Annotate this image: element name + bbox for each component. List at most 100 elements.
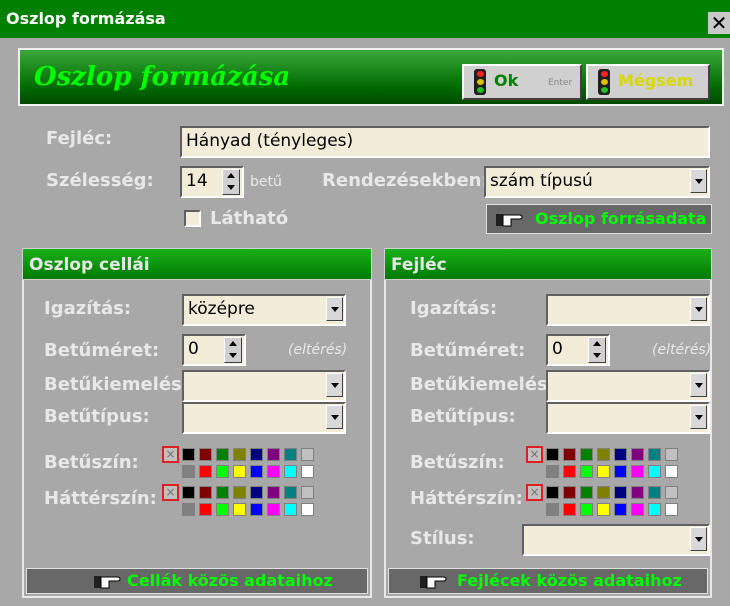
- close-button[interactable]: ✕: [708, 12, 730, 34]
- ok-button[interactable]: Ok Enter: [462, 64, 582, 100]
- chevron-down-icon[interactable]: [326, 373, 343, 397]
- color-swatch[interactable]: [563, 465, 576, 478]
- hdr-style-select[interactable]: [522, 524, 710, 556]
- color-swatch[interactable]: [199, 503, 212, 516]
- width-stepper[interactable]: 14: [180, 166, 244, 198]
- color-swatch[interactable]: [614, 448, 627, 461]
- hdr-align-select[interactable]: [546, 294, 710, 326]
- hdr-size-label: Betűméret:: [410, 340, 526, 361]
- no-color-swatch[interactable]: ×: [162, 484, 179, 501]
- chevron-down-icon[interactable]: [690, 405, 707, 429]
- hdr-size-stepper[interactable]: 0: [546, 334, 610, 366]
- color-swatch[interactable]: [267, 503, 280, 516]
- cells-size-stepper[interactable]: 0: [182, 334, 246, 366]
- color-swatch[interactable]: [614, 503, 627, 516]
- color-swatch[interactable]: [284, 486, 297, 499]
- color-swatch[interactable]: [580, 503, 593, 516]
- cells-type-select[interactable]: [182, 402, 346, 434]
- color-swatch[interactable]: [284, 465, 297, 478]
- column-source-button[interactable]: Oszlop forrásadata: [486, 204, 712, 234]
- color-swatch[interactable]: [597, 465, 610, 478]
- color-swatch[interactable]: [199, 486, 212, 499]
- color-swatch[interactable]: [233, 503, 246, 516]
- hdr-type-select[interactable]: [546, 402, 710, 434]
- color-swatch[interactable]: [250, 465, 263, 478]
- color-swatch[interactable]: [648, 465, 661, 478]
- no-color-swatch[interactable]: ×: [526, 446, 543, 463]
- color-swatch[interactable]: [233, 465, 246, 478]
- color-swatch[interactable]: [546, 465, 559, 478]
- color-swatch[interactable]: [216, 448, 229, 461]
- color-swatch[interactable]: [233, 486, 246, 499]
- hdr-size-spin-button[interactable]: [588, 337, 606, 363]
- header-input[interactable]: Hányad (tényleges): [180, 126, 710, 158]
- cells-align-select[interactable]: középre: [182, 294, 346, 326]
- color-swatch[interactable]: [631, 448, 644, 461]
- color-swatch[interactable]: [580, 486, 593, 499]
- color-swatch[interactable]: [580, 465, 593, 478]
- color-swatch[interactable]: [563, 486, 576, 499]
- color-swatch[interactable]: [267, 486, 280, 499]
- color-swatch[interactable]: [631, 486, 644, 499]
- color-swatch[interactable]: [284, 448, 297, 461]
- color-swatch[interactable]: [267, 465, 280, 478]
- hdr-emph-select[interactable]: [546, 370, 710, 402]
- cells-size-spin-button[interactable]: [224, 337, 242, 363]
- color-swatch[interactable]: [665, 465, 678, 478]
- color-swatch[interactable]: [250, 503, 263, 516]
- no-color-swatch[interactable]: ×: [162, 446, 179, 463]
- visible-checkbox[interactable]: [184, 210, 201, 227]
- color-swatch[interactable]: [216, 486, 229, 499]
- headers-common-button[interactable]: Fejlécek közös adataihoz: [388, 568, 708, 594]
- color-swatch[interactable]: [546, 448, 559, 461]
- chevron-down-icon[interactable]: [690, 373, 707, 397]
- color-swatch[interactable]: [648, 448, 661, 461]
- color-swatch[interactable]: [614, 486, 627, 499]
- color-swatch[interactable]: [648, 503, 661, 516]
- window-title: Oszlop formázása: [6, 9, 166, 28]
- chevron-down-icon[interactable]: [326, 405, 343, 429]
- cells-common-button[interactable]: Cellák közös adataihoz: [26, 568, 368, 594]
- color-swatch[interactable]: [614, 465, 627, 478]
- cancel-button[interactable]: Mégsem: [586, 64, 710, 100]
- color-swatch[interactable]: [182, 465, 195, 478]
- color-swatch[interactable]: [250, 448, 263, 461]
- color-swatch[interactable]: [267, 448, 280, 461]
- color-swatch[interactable]: [182, 486, 195, 499]
- color-swatch[interactable]: [665, 486, 678, 499]
- chevron-down-icon[interactable]: [690, 297, 707, 321]
- color-swatch[interactable]: [301, 503, 314, 516]
- color-swatch[interactable]: [182, 503, 195, 516]
- color-swatch[interactable]: [233, 448, 246, 461]
- color-swatch[interactable]: [301, 448, 314, 461]
- color-swatch[interactable]: [563, 503, 576, 516]
- no-color-swatch[interactable]: ×: [526, 484, 543, 501]
- color-swatch[interactable]: [631, 503, 644, 516]
- color-swatch[interactable]: [199, 465, 212, 478]
- sort-select[interactable]: szám típusú: [484, 166, 710, 198]
- color-swatch[interactable]: [216, 503, 229, 516]
- color-swatch[interactable]: [665, 448, 678, 461]
- color-swatch[interactable]: [250, 486, 263, 499]
- color-swatch[interactable]: [182, 448, 195, 461]
- color-swatch[interactable]: [665, 503, 678, 516]
- color-swatch[interactable]: [216, 465, 229, 478]
- color-swatch[interactable]: [597, 503, 610, 516]
- cells-emph-select[interactable]: [182, 370, 346, 402]
- color-swatch[interactable]: [563, 448, 576, 461]
- color-swatch[interactable]: [301, 465, 314, 478]
- color-swatch[interactable]: [580, 448, 593, 461]
- color-swatch[interactable]: [284, 503, 297, 516]
- color-swatch[interactable]: [648, 486, 661, 499]
- color-swatch[interactable]: [597, 486, 610, 499]
- chevron-down-icon[interactable]: [326, 297, 343, 321]
- chevron-down-icon[interactable]: [690, 527, 707, 551]
- color-swatch[interactable]: [199, 448, 212, 461]
- color-swatch[interactable]: [546, 486, 559, 499]
- chevron-down-icon[interactable]: [690, 169, 707, 193]
- color-swatch[interactable]: [631, 465, 644, 478]
- width-spin-button[interactable]: [222, 169, 240, 195]
- color-swatch[interactable]: [597, 448, 610, 461]
- color-swatch[interactable]: [301, 486, 314, 499]
- color-swatch[interactable]: [546, 503, 559, 516]
